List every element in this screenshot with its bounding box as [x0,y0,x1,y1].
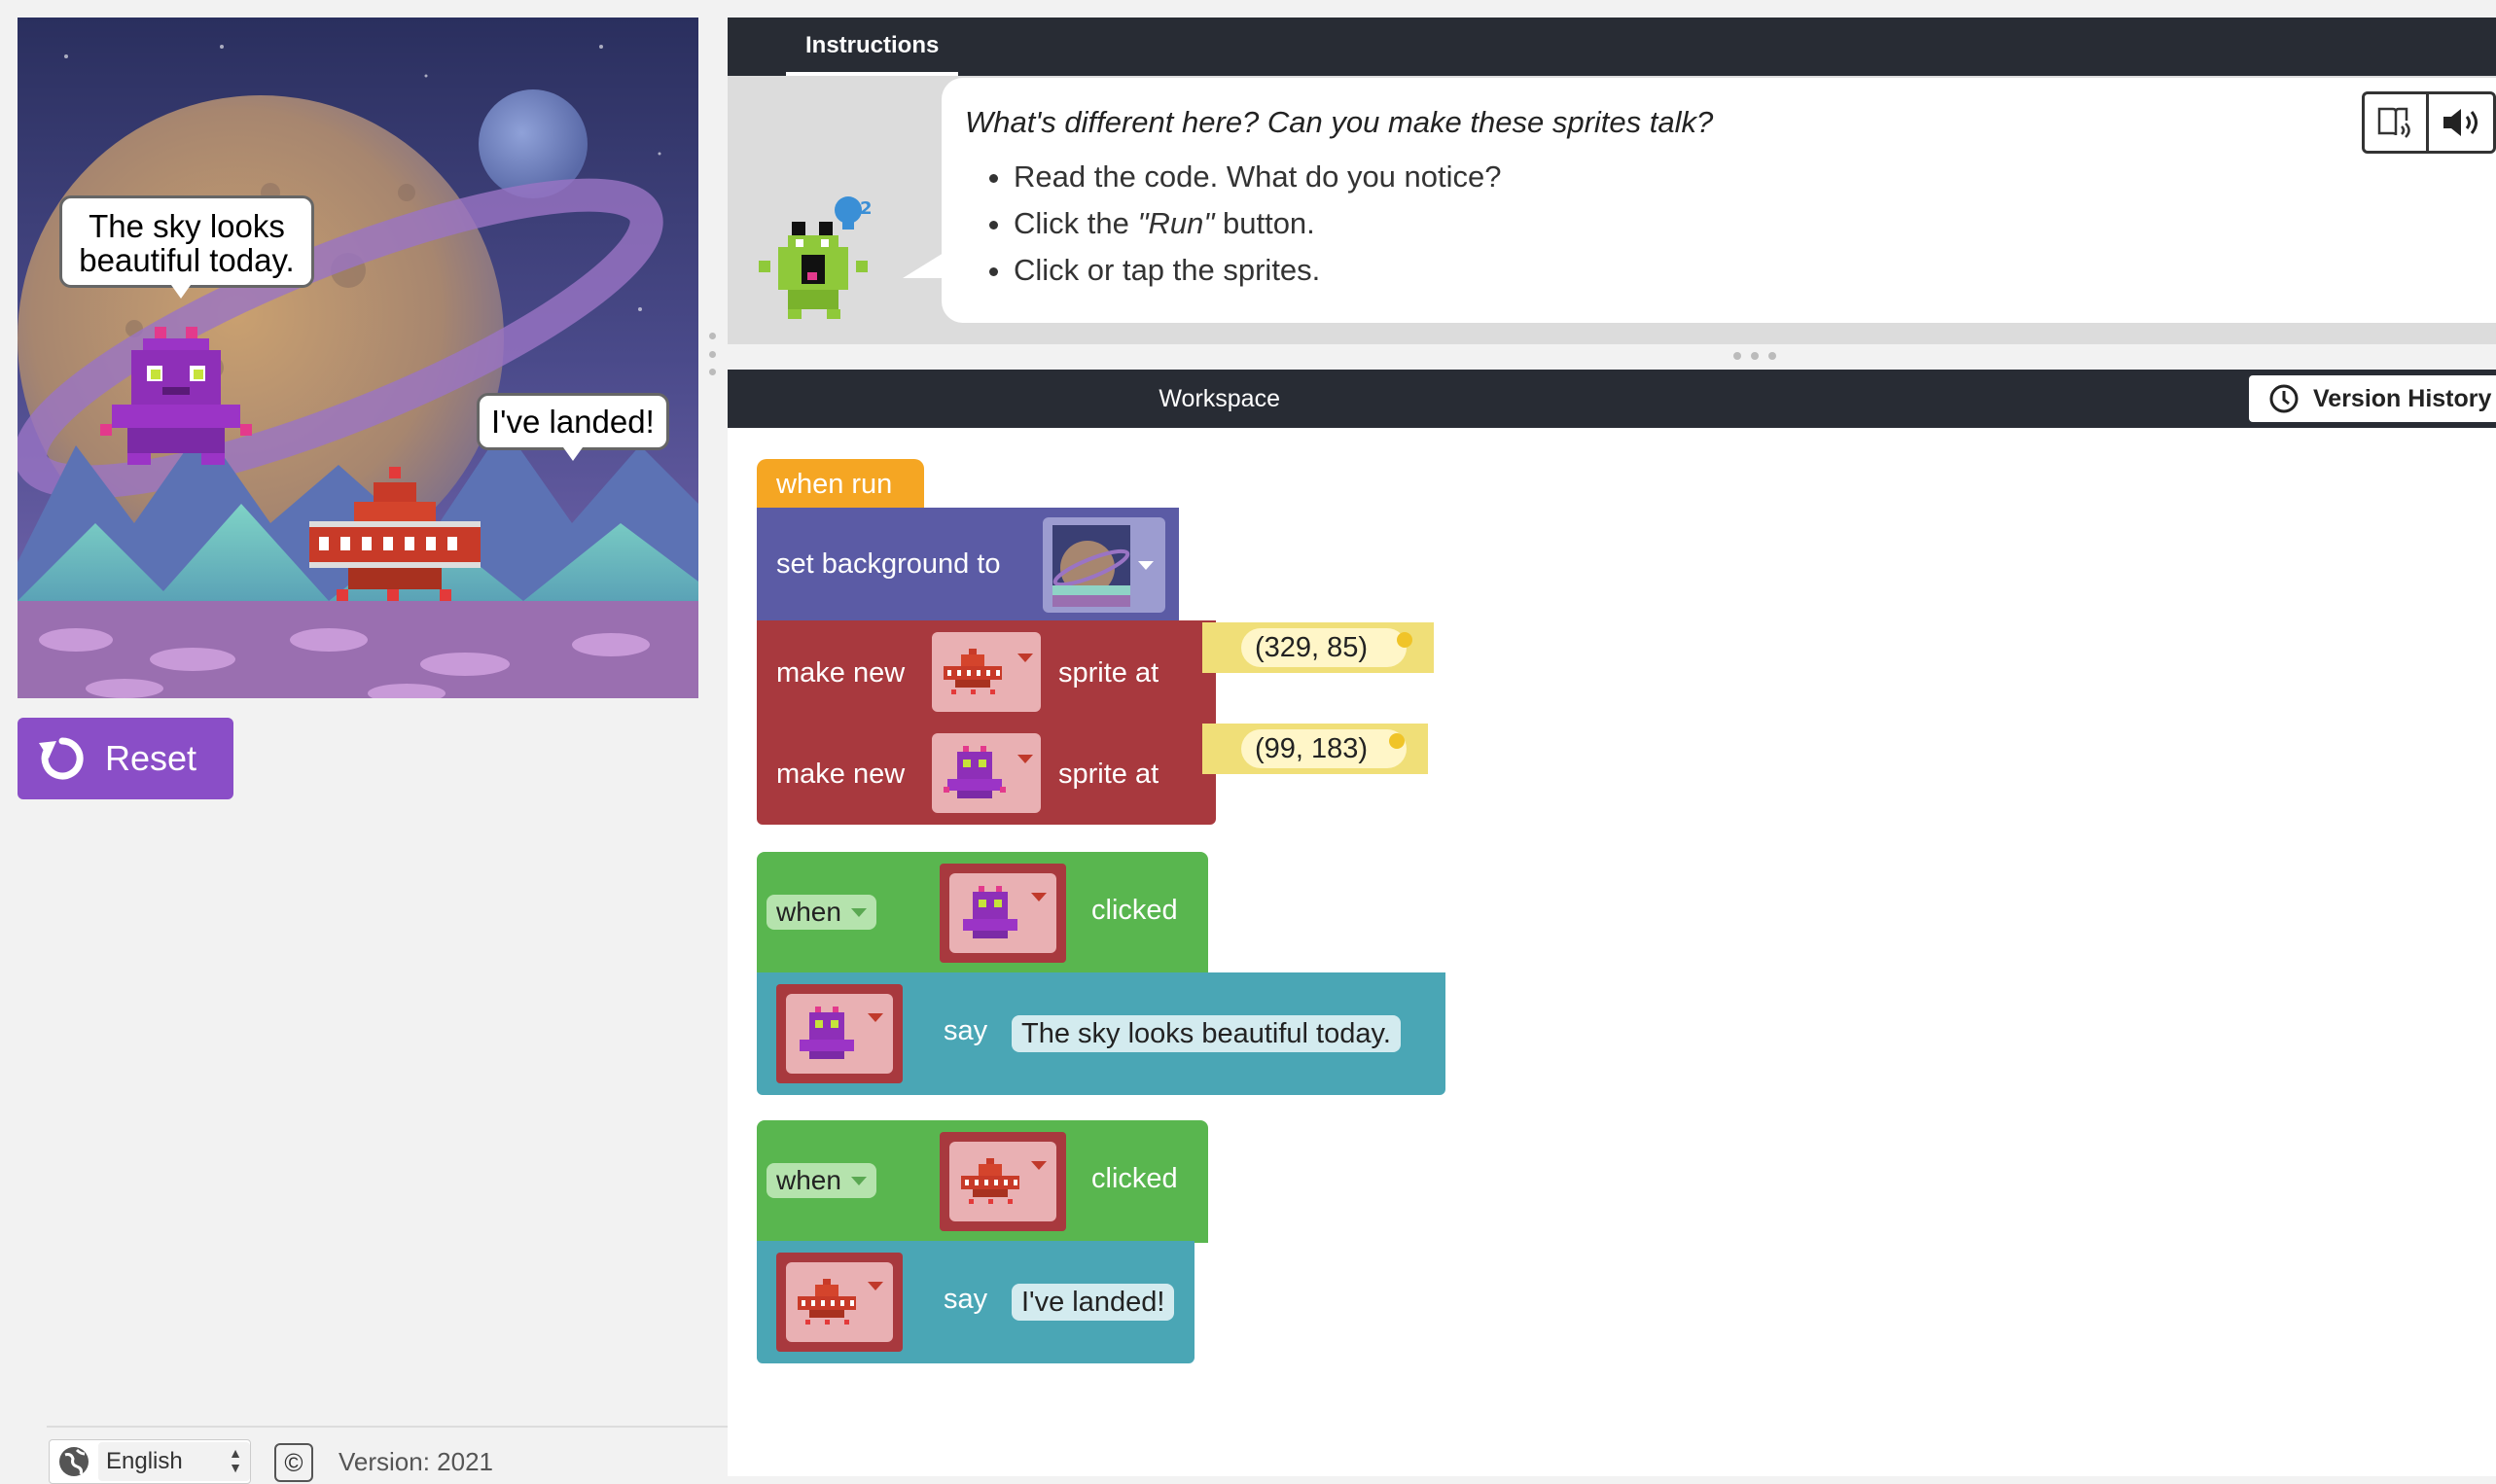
instructions-header: Instructions [728,18,2496,76]
sprite-dropdown[interactable] [786,994,893,1074]
language-select[interactable]: English ▲ ▼ [98,1442,250,1481]
reset-button[interactable]: Reset [18,718,233,799]
hint-bulb-icon [835,196,862,230]
hint-count: 2 [860,198,873,219]
hint-alien-avatar[interactable]: 2 [759,193,875,329]
instruction-step: Click or tap the sprites. [1014,247,2496,294]
location-pin-icon[interactable] [1397,632,1412,648]
alien-thumbnail-icon [944,746,1006,798]
speech-bubble-rocket: I've landed! [477,393,669,461]
instructions-steps: Read the code. What do you notice? Click… [965,154,2496,294]
copyright-icon: © [284,1447,303,1477]
version-label: Version: 2021 [339,1447,494,1476]
play-audio-button[interactable] [2429,94,2493,151]
game-stage[interactable]: The sky looks beautiful today. I've land… [18,18,698,698]
event-type-dropdown[interactable]: when [767,1163,876,1198]
workspace-title: Workspace [1159,385,1280,412]
say-label: say [944,1284,988,1315]
chevron-down-icon [1017,755,1033,763]
language-value: English [106,1448,183,1474]
text-to-speech-controls [2362,91,2496,154]
version-history-label: Version History [2313,384,2492,412]
alien-planet-background [18,18,698,698]
sprite-selector[interactable] [940,1132,1066,1231]
coordinate-value[interactable]: (329, 85) [1241,628,1408,667]
select-arrows-icon: ▲ ▼ [229,1445,242,1475]
workspace-header: Workspace Version History [728,370,2496,428]
chevron-down-icon [850,908,867,917]
when-run-label: when run [776,469,893,500]
sprite-at-label: sprite at [1058,759,1159,790]
blockly-workspace[interactable]: when run set background to make new spri… [728,428,2496,1476]
reset-icon [39,737,84,780]
read-aloud-button[interactable] [2365,94,2430,151]
sprite-at-label: sprite at [1058,657,1159,689]
location-block[interactable]: (99, 183) [1202,724,1428,774]
globe-icon [59,1447,89,1476]
instruction-step: Click the "Run" button. [1014,200,2496,247]
footer-divider [47,1426,728,1428]
alien-thumbnail-icon [800,1007,854,1059]
when-label: when [776,1165,841,1195]
location-pin-icon[interactable] [1389,733,1405,749]
clicked-label: clicked [1091,1163,1178,1194]
sprite-selector[interactable] [940,864,1066,963]
background-thumbnail-icon [1052,525,1130,607]
say-text-field[interactable]: I've landed! [1012,1284,1175,1321]
rocket-thumbnail-icon [961,1158,1019,1204]
clicked-label: clicked [1091,895,1178,926]
instructions-panel: What's different here? Can you make thes… [728,76,2496,344]
when-run-block[interactable]: when run [757,459,924,510]
rocket-thumbnail-icon [798,1279,856,1325]
reset-label: Reset [105,738,197,778]
when-clicked-block[interactable]: when clicked [757,852,1208,974]
instruction-step: Read the code. What do you notice? [1014,154,2496,200]
chevron-down-icon [1031,1161,1047,1170]
sprite-dropdown[interactable] [949,873,1056,953]
background-dropdown[interactable] [1043,517,1165,613]
event-type-dropdown[interactable]: when [767,895,876,930]
say-text-field[interactable]: The sky looks beautiful today. [1012,1015,1401,1052]
chevron-down-icon [1017,654,1033,662]
say-label: say [944,1015,988,1046]
set-background-block[interactable]: set background to [757,508,1179,622]
version-history-button[interactable]: Version History [2249,375,2496,422]
sprite-dropdown[interactable] [932,733,1041,813]
book-audio-icon [2377,107,2410,138]
chevron-down-icon [868,1282,883,1290]
make-new-label: make new [776,759,906,790]
when-label: when [776,897,841,927]
instructions-question: What's different here? Can you make thes… [965,105,1714,139]
tab-instructions[interactable]: Instructions [786,18,959,76]
sprite-selector[interactable] [776,984,903,1083]
rocket-thumbnail-icon [944,649,1002,694]
chevron-down-icon [868,1013,883,1022]
when-clicked-block[interactable]: when clicked [757,1120,1208,1243]
vertical-resize-handle[interactable] [708,333,716,375]
sprite-dropdown[interactable] [949,1142,1056,1221]
chevron-down-icon [1138,561,1154,570]
chevron-down-icon [850,1177,867,1185]
clock-icon [2269,384,2299,413]
say-block[interactable]: say I've landed! [757,1241,1195,1363]
horizontal-resize-handle[interactable] [1733,352,1776,360]
sprite-dropdown[interactable] [932,632,1041,712]
set-background-label: set background to [776,548,1001,580]
speaker-icon [2443,109,2478,136]
make-new-label: make new [776,657,906,689]
make-sprite-block[interactable]: make new sprite at [757,722,1216,825]
say-block[interactable]: say The sky looks beautiful today. [757,972,1445,1095]
alien-thumbnail-icon [963,886,1017,938]
copyright-button[interactable]: © [274,1443,313,1482]
location-block[interactable]: (329, 85) [1202,622,1434,673]
coordinate-value[interactable]: (99, 183) [1241,729,1408,768]
instructions-card: What's different here? Can you make thes… [903,78,2496,323]
language-selector[interactable]: English ▲ ▼ [49,1439,251,1484]
sprite-selector[interactable] [776,1253,903,1352]
speech-bubble-alien: The sky looks beautiful today. [59,195,314,300]
sprite-dropdown[interactable] [786,1262,893,1342]
make-sprite-block[interactable]: make new sprite at [757,620,1216,724]
chevron-down-icon [1031,893,1047,901]
